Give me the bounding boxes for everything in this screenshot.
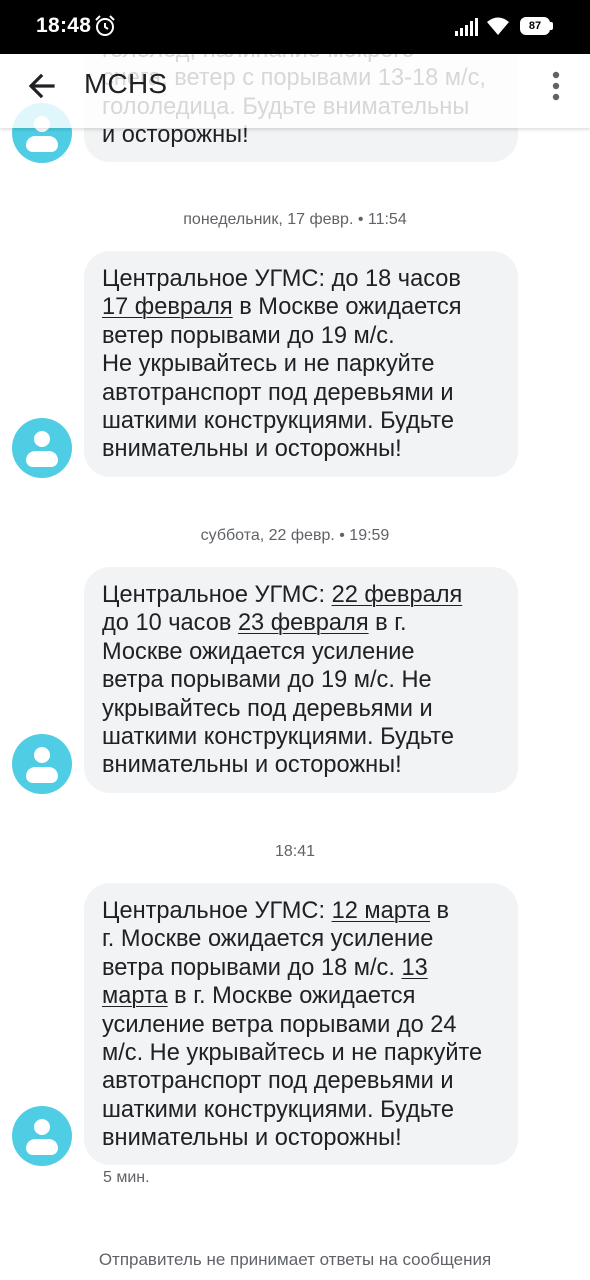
back-button[interactable] bbox=[22, 66, 62, 106]
message-line: ветер порывами до 19 м/с. bbox=[102, 322, 502, 350]
message-text: Не укрывайтесь и не паркуйте bbox=[102, 351, 435, 378]
message-line: Центральное УГМС: 12 марта в bbox=[102, 897, 502, 925]
message-text: ветра порывами до 18 м/с. bbox=[102, 954, 402, 981]
no-reply-notice: Отправитель не принимает ответы на сообщ… bbox=[98, 1250, 492, 1269]
message-text: в г. bbox=[368, 610, 407, 637]
sender-avatar[interactable] bbox=[12, 734, 72, 794]
sender-avatar[interactable] bbox=[12, 1106, 72, 1166]
message-line: марта в г. Москве ожидается bbox=[102, 982, 502, 1010]
message-line: м/с. Не укрывайтесь и не паркуйте bbox=[102, 1039, 502, 1067]
message-line: г. Москве ожидается усиление bbox=[102, 925, 502, 953]
message-text: м/с. Не укрывайтесь и не паркуйте bbox=[102, 1040, 483, 1067]
message-line: Центральное УГМС: 22 февраля bbox=[102, 581, 502, 609]
message-line: до 10 часов 23 февраля в г. bbox=[102, 609, 502, 637]
status-bar: 18:48 87 bbox=[0, 0, 590, 54]
date-link[interactable]: 12 марта bbox=[332, 898, 430, 924]
message-line: ветра порывами до 18 м/с. 13 bbox=[102, 954, 502, 982]
message-line: автотранспорт под деревьями и bbox=[102, 1067, 502, 1095]
message-line: укрывайтесь под деревьями и bbox=[102, 695, 502, 723]
message-text: шаткими конструкциями. Будьте bbox=[102, 408, 454, 435]
more-options-button[interactable] bbox=[540, 68, 572, 104]
more-vert-icon bbox=[552, 71, 560, 101]
arrow-back-icon bbox=[28, 73, 55, 99]
message-text: в bbox=[430, 898, 450, 924]
sender-avatar[interactable] bbox=[12, 418, 72, 478]
date-link[interactable]: 17 февраля bbox=[102, 294, 233, 320]
message-text: шаткими конструкциями. Будьте bbox=[102, 724, 454, 751]
message-line: шаткими конструкциями. Будьте bbox=[102, 723, 502, 751]
status-time: 18:48 bbox=[36, 14, 92, 37]
message-text: усиление ветра порывами до 24 bbox=[102, 1011, 457, 1038]
message-line: внимательны и осторожны! bbox=[102, 751, 502, 779]
message-text: внимательны и осторожны! bbox=[102, 436, 402, 463]
message-line: усиление ветра порывами до 24 bbox=[102, 1011, 502, 1039]
date-link[interactable]: 23 февраля bbox=[238, 610, 369, 636]
message-text: ветра порывами до 19 м/с. Не bbox=[102, 667, 432, 694]
message-text: Центральное УГМС: bbox=[102, 582, 332, 608]
conversation-title: MCHS bbox=[84, 68, 168, 99]
message-line: шаткими конструкциями. Будьте bbox=[102, 1096, 502, 1124]
message-text: автотранспорт под деревьями и bbox=[102, 379, 454, 406]
message-line: Не укрывайтесь и не паркуйте bbox=[102, 350, 502, 378]
date-link[interactable]: марта bbox=[102, 983, 168, 1009]
message-text: автотранспорт под деревьями и bbox=[102, 1068, 454, 1095]
message-text: Центральное УГМС: до 18 часов bbox=[102, 266, 461, 292]
date-separator: суббота, 22 февр. • 19:59 bbox=[200, 527, 390, 544]
signal-icon bbox=[455, 18, 478, 36]
message-text: шаткими конструкциями. Будьте bbox=[102, 1096, 454, 1123]
message-text: Центральное УГМС: bbox=[102, 898, 332, 924]
message-line: внимательны и осторожны! bbox=[102, 1124, 502, 1152]
date-separator: понедельник, 17 февр. • 11:54 bbox=[183, 211, 407, 228]
message-bubble[interactable]: Центральное УГМС: 22 февраля до 10 часов … bbox=[84, 567, 518, 793]
date-separator: 18:41 bbox=[274, 843, 316, 860]
message-text: в г. Москве ожидается bbox=[167, 983, 416, 1010]
message-text: внимательны и осторожны! bbox=[102, 1125, 402, 1152]
avatar-person-icon bbox=[34, 431, 50, 447]
message-text: укрывайтесь под деревьями и bbox=[102, 695, 433, 722]
message-text: Москве ожидается усиление bbox=[102, 638, 415, 665]
battery-icon: 87 bbox=[520, 17, 550, 35]
date-link[interactable]: 13 bbox=[401, 955, 427, 981]
message-line: Москве ожидается усиление bbox=[102, 638, 502, 666]
conversation-thread: гололед, налипание мокрогоснега, ветер с… bbox=[0, 0, 590, 1280]
message-line: внимательны и осторожны! bbox=[102, 435, 502, 463]
alarm-icon bbox=[95, 15, 115, 36]
message-line: Центральное УГМС: до 18 часов bbox=[102, 265, 502, 293]
message-bubble[interactable]: Центральное УГМС: до 18 часов 17 февраля … bbox=[84, 251, 518, 477]
top-app-bar: MCHS bbox=[0, 44, 590, 128]
message-text: до 10 часов bbox=[102, 610, 238, 637]
avatar-person-icon bbox=[34, 1119, 50, 1135]
message-line: ветра порывами до 19 м/с. Не bbox=[102, 666, 502, 694]
message-line: шаткими конструкциями. Будьте bbox=[102, 407, 502, 435]
avatar-person-icon bbox=[34, 747, 50, 763]
wifi-icon bbox=[487, 17, 509, 35]
message-text: внимательны и осторожны! bbox=[102, 752, 402, 779]
message-line: 17 февраля в Москве ожидается bbox=[102, 293, 502, 321]
message-text: в Москве ожидается bbox=[232, 294, 462, 321]
message-line: автотранспорт под деревьями и bbox=[102, 379, 502, 407]
message-text: г. Москве ожидается усиление bbox=[102, 926, 434, 953]
date-link[interactable]: 22 февраля bbox=[332, 582, 463, 608]
message-text: ветер порывами до 19 м/с. bbox=[102, 322, 395, 349]
message-bubble[interactable]: Центральное УГМС: 12 марта в г. Москве ож… bbox=[84, 883, 518, 1165]
message-timestamp: 5 мин. bbox=[103, 1169, 150, 1186]
